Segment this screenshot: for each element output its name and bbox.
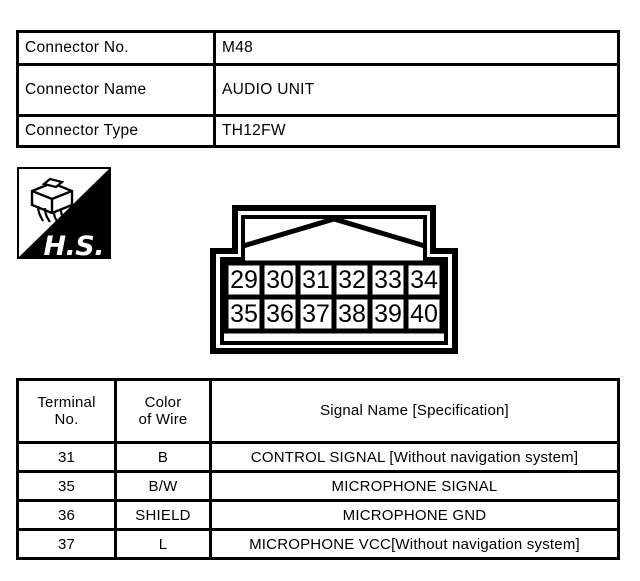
pin-cell-40: 40 <box>403 294 445 334</box>
connector-name-label: Connector Name <box>16 63 216 117</box>
pin-number: 36 <box>266 300 294 328</box>
table-header-row: Terminal No. Color of Wire Signal Name [… <box>16 378 620 444</box>
header-terminal-line2: No. <box>54 411 79 428</box>
terminal-no-cell: 37 <box>16 528 117 560</box>
pin-cell-31: 31 <box>295 260 337 300</box>
pin-number: 35 <box>230 300 258 328</box>
table-row: 31 B CONTROL SIGNAL [Without navigation … <box>16 441 620 473</box>
pin-cell-39: 39 <box>367 294 409 334</box>
connector-type-label: Connector Type <box>16 114 216 148</box>
pin-cell-36: 36 <box>259 294 301 334</box>
pin-cell-33: 33 <box>367 260 409 300</box>
header-color-of-wire: Color of Wire <box>114 378 212 444</box>
pin-cell-35: 35 <box>223 294 265 334</box>
wire-color-cell: SHIELD <box>114 499 212 531</box>
table-row: 35 B/W MICROPHONE SIGNAL <box>16 470 620 502</box>
pin-row-bottom: 35 36 37 38 39 40 <box>223 294 445 334</box>
header-terminal-no: Terminal No. <box>16 378 117 444</box>
pin-number: 30 <box>266 266 294 294</box>
connector-name-value: AUDIO UNIT <box>213 63 620 117</box>
pin-number: 34 <box>410 266 438 294</box>
connector-type-value: TH12FW <box>213 114 620 148</box>
connector-no-value: M48 <box>213 30 620 66</box>
pin-number: 39 <box>374 300 402 328</box>
pin-number: 33 <box>374 266 402 294</box>
table-row: 37 L MICROPHONE VCC[Without navigation s… <box>16 528 620 560</box>
signal-name-cell: MICROPHONE SIGNAL <box>209 470 620 502</box>
pin-number: 40 <box>410 300 438 328</box>
connector-info-table: Connector No. M48 Connector Name AUDIO U… <box>16 30 620 148</box>
wire-color-cell: L <box>114 528 212 560</box>
wire-color-cell: B/W <box>114 470 212 502</box>
pin-cell-34: 34 <box>403 260 445 300</box>
wire-color-cell: B <box>114 441 212 473</box>
pin-row-top: 29 30 31 32 33 34 <box>223 260 445 300</box>
terminal-no-cell: 35 <box>16 470 117 502</box>
pin-number: 32 <box>338 266 366 294</box>
pin-number: 38 <box>338 300 366 328</box>
pin-cell-29: 29 <box>223 260 265 300</box>
pin-cell-38: 38 <box>331 294 373 334</box>
pin-number: 37 <box>302 300 330 328</box>
pin-number: 31 <box>302 266 330 294</box>
header-color-line2: of Wire <box>138 411 188 428</box>
signal-name-cell: MICROPHONE GND <box>209 499 620 531</box>
header-terminal-line1: Terminal <box>37 393 96 411</box>
terminal-no-cell: 31 <box>16 441 117 473</box>
terminal-no-cell: 36 <box>16 499 117 531</box>
header-color-line1: Color <box>144 393 182 411</box>
terminal-table: Terminal No. Color of Wire Signal Name [… <box>16 378 620 560</box>
connector-no-label: Connector No. <box>16 30 216 66</box>
pin-cell-37: 37 <box>295 294 337 334</box>
hs-label: H.S. <box>43 231 104 259</box>
table-row: 36 SHIELD MICROPHONE GND <box>16 499 620 531</box>
header-signal-name: Signal Name [Specification] <box>209 378 620 444</box>
connector-harness-icon <box>30 177 74 223</box>
connector-pin-diagram: 29 30 31 32 33 34 35 36 37 38 39 40 <box>210 205 458 354</box>
table-row: Connector Type TH12FW <box>16 114 620 148</box>
table-row: Connector Name AUDIO UNIT <box>16 63 620 117</box>
hs-badge: H.S. <box>17 167 111 259</box>
pin-number: 29 <box>230 266 258 294</box>
pin-cell-30: 30 <box>259 260 301 300</box>
pin-cell-32: 32 <box>331 260 373 300</box>
signal-name-cell: MICROPHONE VCC[Without navigation system… <box>209 528 620 560</box>
signal-name-cell: CONTROL SIGNAL [Without navigation syste… <box>209 441 620 473</box>
table-row: Connector No. M48 <box>16 30 620 66</box>
